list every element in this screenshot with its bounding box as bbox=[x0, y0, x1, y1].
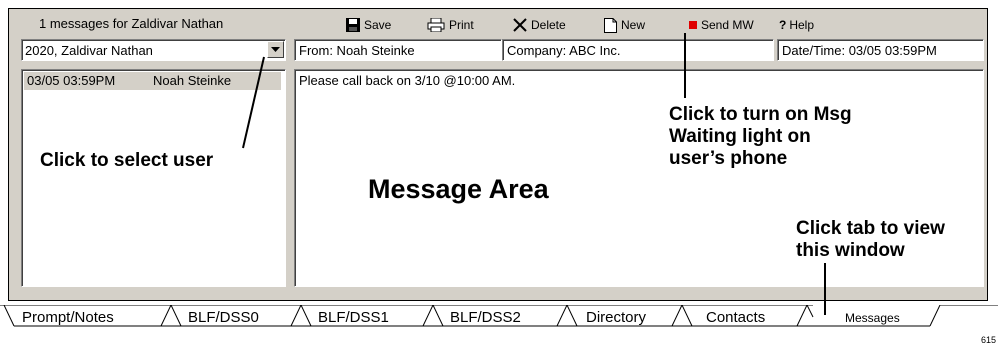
figure-number: 615 bbox=[980, 335, 996, 345]
msg-waiting-callout: Click to turn on Msg Waiting light on us… bbox=[669, 104, 852, 170]
tab-messages[interactable]: Messages bbox=[845, 311, 900, 325]
msg-waiting-callout-line-3: user’s phone bbox=[669, 148, 788, 169]
tab-directory[interactable]: Directory bbox=[586, 309, 646, 326]
tab-blf-dss2[interactable]: BLF/DSS2 bbox=[450, 309, 521, 326]
tab-strip: Prompt/Notes BLF/DSS0 BLF/DSS1 BLF/DSS2 … bbox=[0, 305, 998, 327]
select-user-callout: Click to select user bbox=[40, 150, 214, 171]
select-user-pointer-line bbox=[242, 56, 265, 149]
msg-waiting-callout-line-2: Waiting light on bbox=[669, 126, 811, 147]
tab-view-callout: Click tab to view this window bbox=[796, 218, 945, 262]
tab-blf-dss1[interactable]: BLF/DSS1 bbox=[318, 309, 389, 326]
tab-prompt-notes[interactable]: Prompt/Notes bbox=[22, 309, 114, 326]
tab-blf-dss0[interactable]: BLF/DSS0 bbox=[188, 309, 259, 326]
msg-waiting-callout-line-1: Click to turn on Msg bbox=[669, 104, 852, 125]
tab-view-callout-line-2: this window bbox=[796, 240, 905, 261]
message-area-label: Message Area bbox=[368, 174, 549, 204]
callout-lines bbox=[242, 33, 826, 315]
tab-view-callout-line-1: Click tab to view bbox=[796, 218, 945, 239]
tab-contacts[interactable]: Contacts bbox=[706, 309, 765, 326]
